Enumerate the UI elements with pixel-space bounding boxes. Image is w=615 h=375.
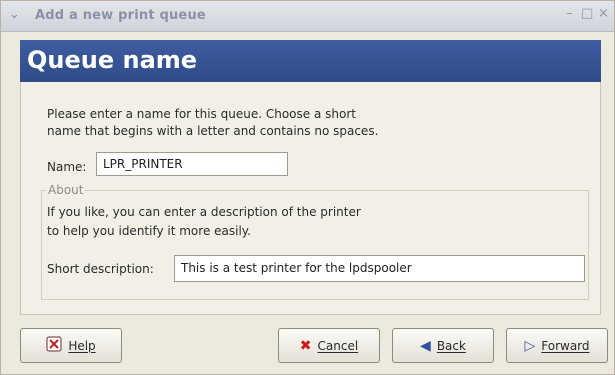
help-icon <box>46 336 62 355</box>
cancel-label: Cancel <box>317 338 359 353</box>
short-description-input[interactable]: This is a test printer for the lpdspoole… <box>174 255 585 282</box>
print-queue-dialog: ⌄ Add a new print queue – □ × Queue name… <box>0 0 615 375</box>
close-icon[interactable]: × <box>598 7 609 21</box>
forward-arrow-icon: ▷ <box>524 337 536 354</box>
queue-name-input[interactable]: LPR_PRINTER <box>96 152 288 176</box>
back-arrow-icon: ◀ <box>420 337 431 354</box>
title-bar[interactable]: ⌄ Add a new print queue – □ × <box>1 1 614 32</box>
cancel-button[interactable]: ✖ Cancel <box>278 328 380 363</box>
page-title: Queue name <box>27 46 198 74</box>
cancel-icon: ✖ <box>299 337 312 354</box>
help-label: Help <box>68 338 96 353</box>
page-header: Queue name <box>20 40 601 82</box>
back-button[interactable]: ◀ Back <box>392 328 494 363</box>
about-description-text: If you like, you can enter a description… <box>47 205 361 238</box>
about-legend: About <box>46 183 86 197</box>
forward-button[interactable]: ▷ Forward <box>506 328 608 363</box>
instructions-text: Please enter a name for this queue. Choo… <box>47 107 379 138</box>
content-panel: Please enter a name for this queue. Choo… <box>20 82 601 315</box>
minimize-icon[interactable]: – <box>566 7 573 21</box>
window-menu-icon[interactable]: ⌄ <box>9 8 23 22</box>
name-label: Name: <box>47 160 87 174</box>
window-title: Add a new print queue <box>35 8 206 23</box>
back-label: Back <box>436 338 466 353</box>
maximize-icon[interactable]: □ <box>581 7 593 21</box>
help-button[interactable]: Help <box>20 328 122 363</box>
forward-label: Forward <box>541 338 590 353</box>
short-description-label: Short description: <box>47 262 154 276</box>
